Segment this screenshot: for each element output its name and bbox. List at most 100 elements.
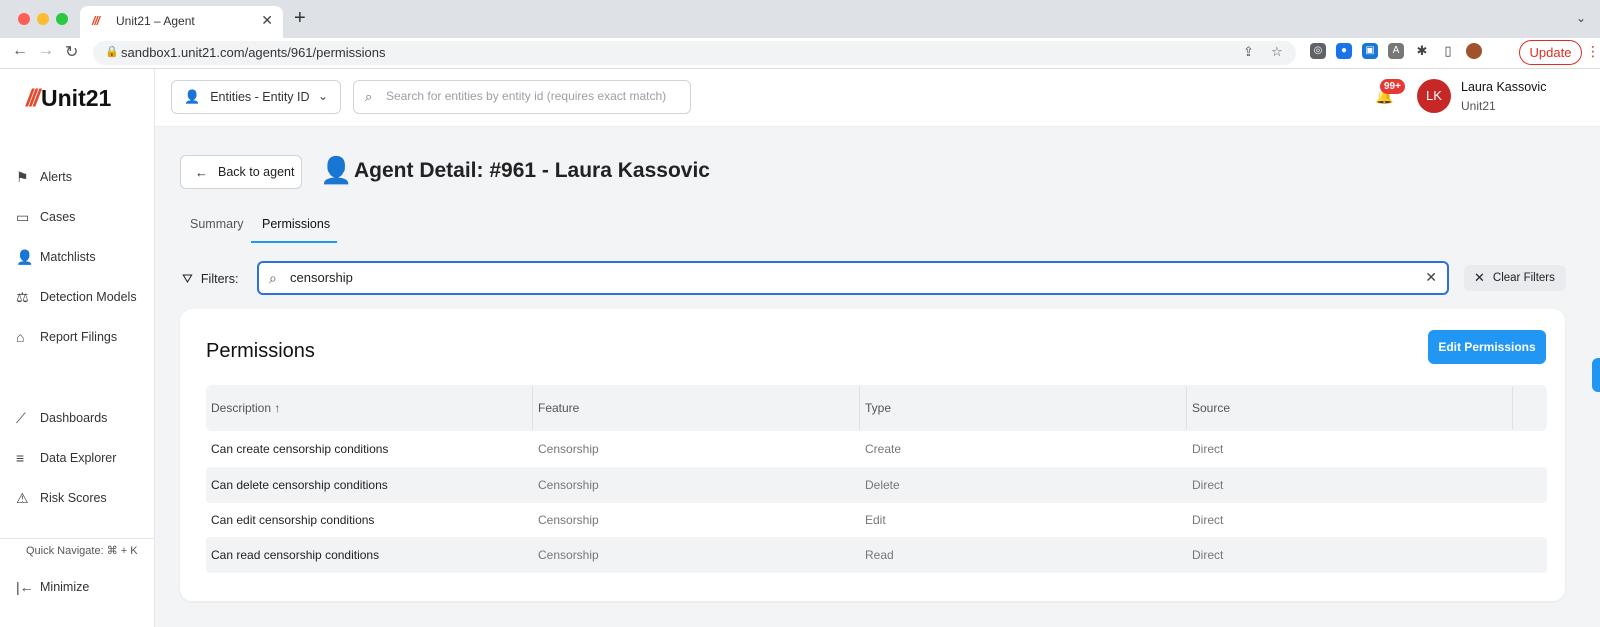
top-header: 👤 Entities - Entity ID ⌄ ⌕ 🔔 99+ LK Laur… [155, 69, 1600, 127]
flag-icon: ⚑ [16, 168, 29, 185]
cell-feature: Censorship [538, 478, 599, 492]
list-search-icon: ≡ [16, 450, 25, 466]
omnibox[interactable]: 🔒 sandbox1.unit21.com/agents/961/permiss… [93, 41, 1296, 65]
clear-input-icon[interactable]: ✕ [1425, 269, 1437, 286]
cell-type: Edit [865, 513, 886, 527]
entity-search-input[interactable] [386, 89, 681, 103]
column-divider[interactable] [1512, 387, 1513, 429]
sidebar-divider [0, 538, 154, 539]
column-divider[interactable] [1186, 387, 1187, 429]
chevron-down-icon: ⌄ [317, 89, 328, 103]
browser-tab[interactable]: /// Unit21 – Agent ✕ [80, 6, 283, 38]
permissions-card: Permissions Edit Permissions Description… [180, 309, 1565, 601]
column-header-type[interactable]: Type [865, 401, 891, 415]
share-icon[interactable]: ⇪ [1243, 44, 1254, 60]
user-org: Unit21 [1461, 99, 1496, 113]
entity-search-box[interactable]: ⌕ [353, 80, 691, 114]
forward-arrow-icon[interactable]: → [38, 42, 54, 60]
tab-permissions[interactable]: Permissions [262, 217, 330, 231]
sidebar-item-report-filings[interactable]: ⌂ Report Filings [16, 326, 117, 348]
cell-feature: Censorship [538, 548, 599, 562]
table-row[interactable]: Can edit censorship conditions Censorshi… [206, 502, 1547, 538]
briefcase-icon: ▭ [16, 208, 30, 225]
more-menu-icon[interactable]: ⋮ [1586, 43, 1600, 60]
edit-permissions-button[interactable]: Edit Permissions [1428, 330, 1546, 364]
filter-funnel-icon: ⛛ [182, 271, 193, 286]
column-header-description[interactable]: Description ↑ [211, 401, 280, 415]
close-icon: ✕ [1474, 270, 1485, 285]
extension-icon[interactable]: A [1388, 43, 1404, 59]
search-icon: ⌕ [365, 89, 373, 104]
lock-icon: 🔒 [105, 46, 119, 58]
tab-search-chevron-icon[interactable]: ⌄ [1576, 11, 1586, 25]
permission-filter-box[interactable]: ⌕ ✕ [257, 261, 1449, 295]
close-tab-icon[interactable]: ✕ [261, 12, 273, 29]
warning-icon: ⚠ [16, 489, 29, 506]
user-x-icon: 👤 [16, 248, 34, 265]
sidebar-item-matchlists[interactable]: 👤 Matchlists [16, 246, 96, 268]
sidebar-item-data-explorer[interactable]: ≡ Data Explorer [16, 447, 116, 469]
puzzle-icon[interactable]: ✱ [1414, 43, 1430, 59]
cell-description: Can edit censorship conditions [211, 513, 375, 527]
table-row[interactable]: Can read censorship conditions Censorshi… [206, 537, 1547, 573]
extension-icon[interactable]: ● [1336, 43, 1352, 59]
bookmark-star-icon[interactable]: ☆ [1271, 44, 1283, 60]
cell-type: Create [865, 442, 902, 456]
extension-icon[interactable]: ▣ [1362, 43, 1378, 59]
permission-filter-input[interactable] [290, 270, 1410, 285]
new-tab-button[interactable]: + [294, 8, 306, 28]
clear-filters-button[interactable]: ✕ Clear Filters [1464, 265, 1566, 291]
browser-tab-title: Unit21 – Agent [116, 14, 195, 28]
cell-source: Direct [1192, 478, 1224, 492]
unit21-logo[interactable]: ///Unit21 [26, 85, 111, 115]
chart-line-icon: ⟋ [16, 409, 26, 426]
extension-icon[interactable]: ◎ [1310, 43, 1326, 59]
unit21-favicon-icon: /// [92, 14, 100, 28]
sidebar-item-dashboards[interactable]: ⟋ Dashboards [16, 407, 107, 429]
user-name: Laura Kassovic [1461, 80, 1547, 94]
arrow-left-icon: ← [195, 164, 208, 180]
window-close-button[interactable] [18, 13, 30, 25]
sort-ascending-icon: ↑ [274, 401, 281, 415]
url-text[interactable]: sandbox1.unit21.com/agents/961/permissio… [121, 45, 386, 60]
cell-source: Direct [1192, 442, 1224, 456]
cell-feature: Censorship [538, 513, 599, 527]
column-divider[interactable] [532, 387, 533, 429]
profile-avatar-icon[interactable] [1466, 43, 1482, 59]
tab-summary[interactable]: Summary [190, 217, 243, 231]
table-row[interactable]: Can create censorship conditions Censors… [206, 431, 1547, 467]
column-header-feature[interactable]: Feature [538, 401, 579, 415]
column-divider[interactable] [859, 387, 860, 429]
sidebar-item-detection-models[interactable]: ⚖ Detection Models [16, 286, 137, 308]
bank-icon: ⌂ [16, 329, 25, 345]
collapse-left-icon: |← [16, 579, 34, 595]
update-button[interactable]: Update [1519, 40, 1582, 65]
window-zoom-button[interactable] [56, 13, 68, 25]
unit21-logo-icon: /// [26, 85, 40, 112]
sidebar-item-alerts[interactable]: ⚑ Alerts [16, 166, 72, 188]
table-row[interactable]: Can delete censorship conditions Censors… [206, 467, 1547, 503]
cell-feature: Censorship [538, 442, 599, 456]
column-header-source[interactable]: Source [1192, 401, 1230, 415]
reload-icon[interactable]: ↻ [65, 42, 78, 62]
side-panel-icon[interactable]: ▯ [1440, 43, 1456, 59]
sidebar-item-cases[interactable]: ▭ Cases [16, 206, 75, 228]
browser-address-bar: ← → ↻ 🔒 sandbox1.unit21.com/agents/961/p… [0, 38, 1600, 69]
permissions-title: Permissions [206, 340, 315, 362]
cell-description: Can read censorship conditions [211, 548, 380, 562]
sidebar: ///Unit21 ⚑ Alerts ▭ Cases 👤 Matchlists ⚖ De… [0, 69, 155, 627]
avatar[interactable]: LK [1417, 79, 1451, 113]
window-minimize-button[interactable] [37, 13, 49, 25]
quick-navigate-hint: Quick Navigate: ⌘ + K [26, 545, 138, 557]
back-arrow-icon[interactable]: ← [12, 42, 28, 60]
minimize-sidebar-button[interactable]: |← Minimize [16, 576, 89, 598]
active-tab-indicator [251, 241, 337, 243]
entity-type-select[interactable]: 👤 Entities - Entity ID ⌄ [171, 80, 341, 114]
back-to-agent-button[interactable]: ← Back to agent [180, 155, 302, 189]
cell-source: Direct [1192, 548, 1224, 562]
cell-type: Read [865, 548, 894, 562]
side-drawer-handle[interactable] [1592, 358, 1600, 392]
sidebar-item-risk-scores[interactable]: ⚠ Risk Scores [16, 487, 107, 509]
cell-source: Direct [1192, 513, 1224, 527]
cell-description: Can delete censorship conditions [211, 478, 388, 492]
